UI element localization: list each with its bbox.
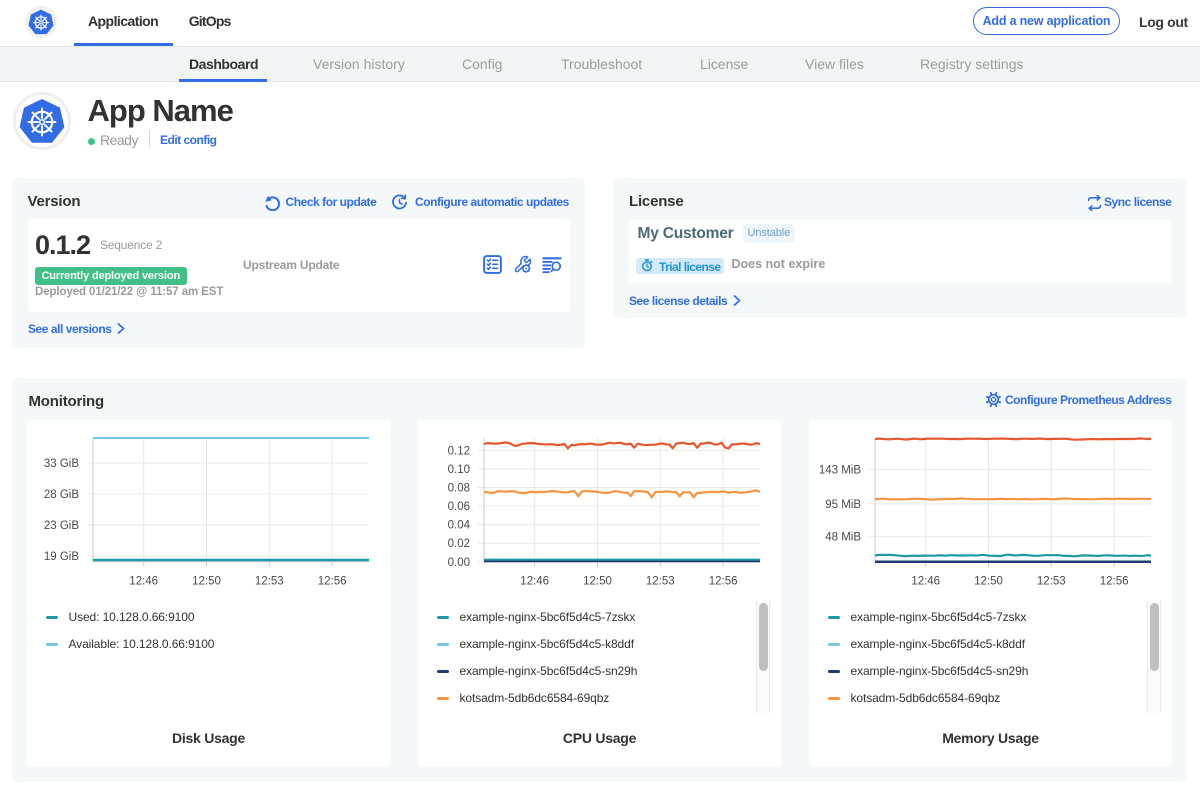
svg-text:12:50: 12:50 xyxy=(192,576,221,588)
svg-text:0.08: 0.08 xyxy=(448,483,470,495)
svg-text:143 MiB: 143 MiB xyxy=(819,464,862,476)
svg-text:12:46: 12:46 xyxy=(520,576,549,588)
svg-text:0.10: 0.10 xyxy=(448,464,470,476)
svg-text:0.12: 0.12 xyxy=(448,445,470,457)
svg-text:28 GiB: 28 GiB xyxy=(44,489,79,501)
svg-text:23 GiB: 23 GiB xyxy=(44,520,79,532)
svg-text:12:53: 12:53 xyxy=(255,576,284,588)
svg-text:0.02: 0.02 xyxy=(448,538,470,550)
svg-text:12:50: 12:50 xyxy=(583,576,612,588)
svg-text:95 MiB: 95 MiB xyxy=(825,499,861,511)
svg-text:12:50: 12:50 xyxy=(974,576,1003,588)
svg-text:0.04: 0.04 xyxy=(448,520,471,532)
svg-text:12:56: 12:56 xyxy=(1100,576,1129,588)
svg-text:12:46: 12:46 xyxy=(129,576,158,588)
svg-text:33 GiB: 33 GiB xyxy=(44,458,79,470)
svg-text:12:56: 12:56 xyxy=(709,576,738,588)
svg-text:19 GiB: 19 GiB xyxy=(44,551,79,563)
svg-text:0.00: 0.00 xyxy=(448,557,470,569)
svg-text:12:46: 12:46 xyxy=(911,576,940,588)
svg-text:12:53: 12:53 xyxy=(646,576,675,588)
svg-text:0.06: 0.06 xyxy=(448,501,470,513)
svg-text:12:53: 12:53 xyxy=(1037,576,1066,588)
svg-text:12:56: 12:56 xyxy=(318,576,347,588)
svg-text:48 MiB: 48 MiB xyxy=(825,532,861,544)
